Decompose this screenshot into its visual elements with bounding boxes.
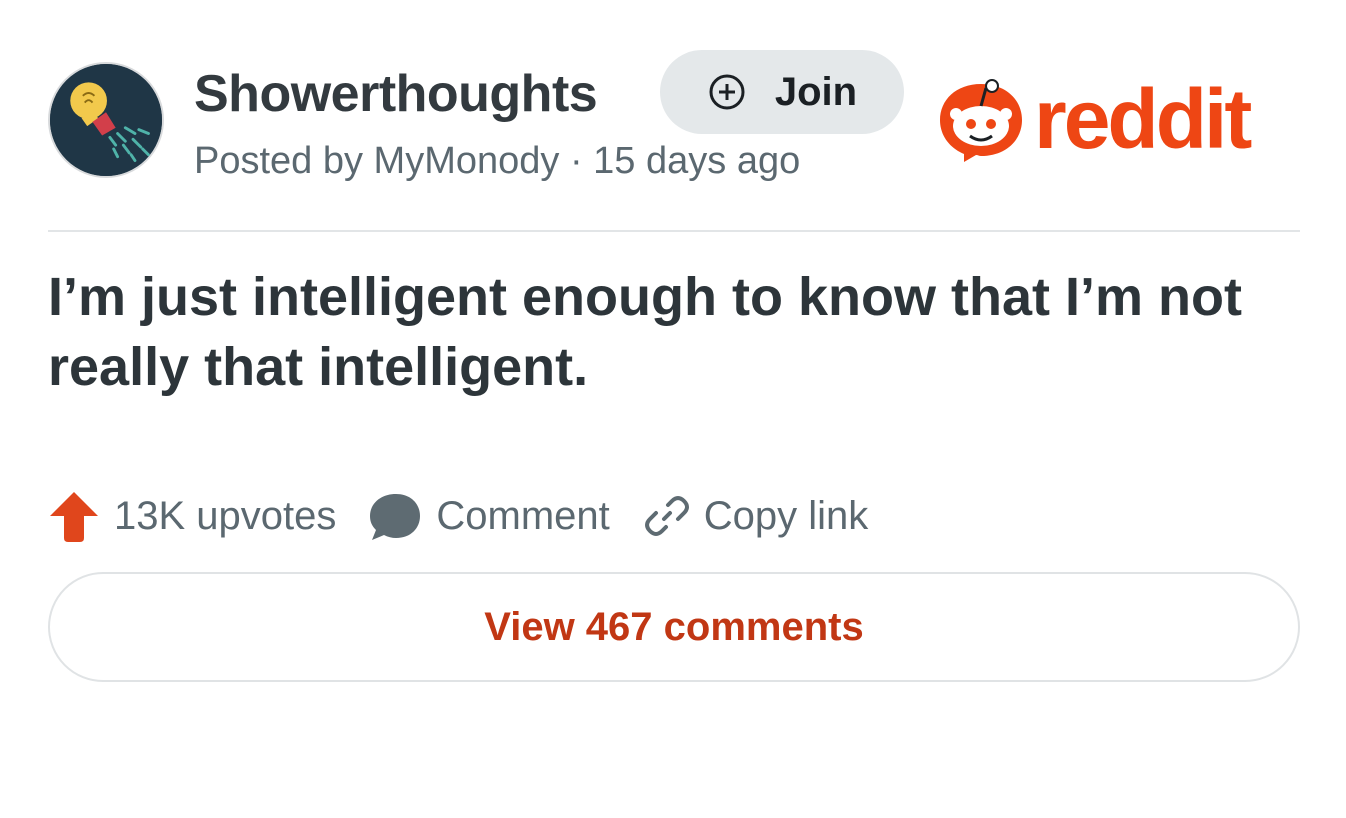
post-title[interactable]: I’m just intelligent enough to know that…: [48, 262, 1288, 402]
header-divider: [48, 230, 1300, 232]
upvote-count: 13K upvotes: [114, 493, 337, 538]
reddit-logo: reddit: [934, 72, 1252, 166]
lightbulb-shower-icon: [50, 64, 162, 176]
link-icon: [644, 493, 690, 539]
view-comments-button[interactable]: View 467 comments: [48, 572, 1300, 682]
upvote-arrow-icon: [48, 488, 100, 544]
comment-label: Comment: [436, 493, 610, 538]
join-label: Join: [774, 69, 858, 114]
post-meta: Posted by MyMonody · 15 days ago: [194, 140, 801, 182]
upvote-button[interactable]: 13K upvotes: [48, 488, 336, 544]
post-actions: 13K upvotes Comment Copy link: [48, 486, 868, 546]
copy-link-button[interactable]: Copy link: [644, 493, 869, 539]
plus-circle-icon: [707, 72, 747, 112]
comment-button[interactable]: Comment: [366, 490, 610, 542]
subreddit-name[interactable]: Showerthoughts: [194, 64, 598, 124]
snoo-icon: [934, 74, 1028, 164]
join-button[interactable]: Join: [660, 50, 904, 134]
subreddit-avatar[interactable]: [48, 62, 164, 178]
copy-link-label: Copy link: [703, 493, 869, 538]
comment-bubble-icon: [366, 490, 422, 542]
reddit-wordmark: reddit: [1034, 72, 1252, 166]
